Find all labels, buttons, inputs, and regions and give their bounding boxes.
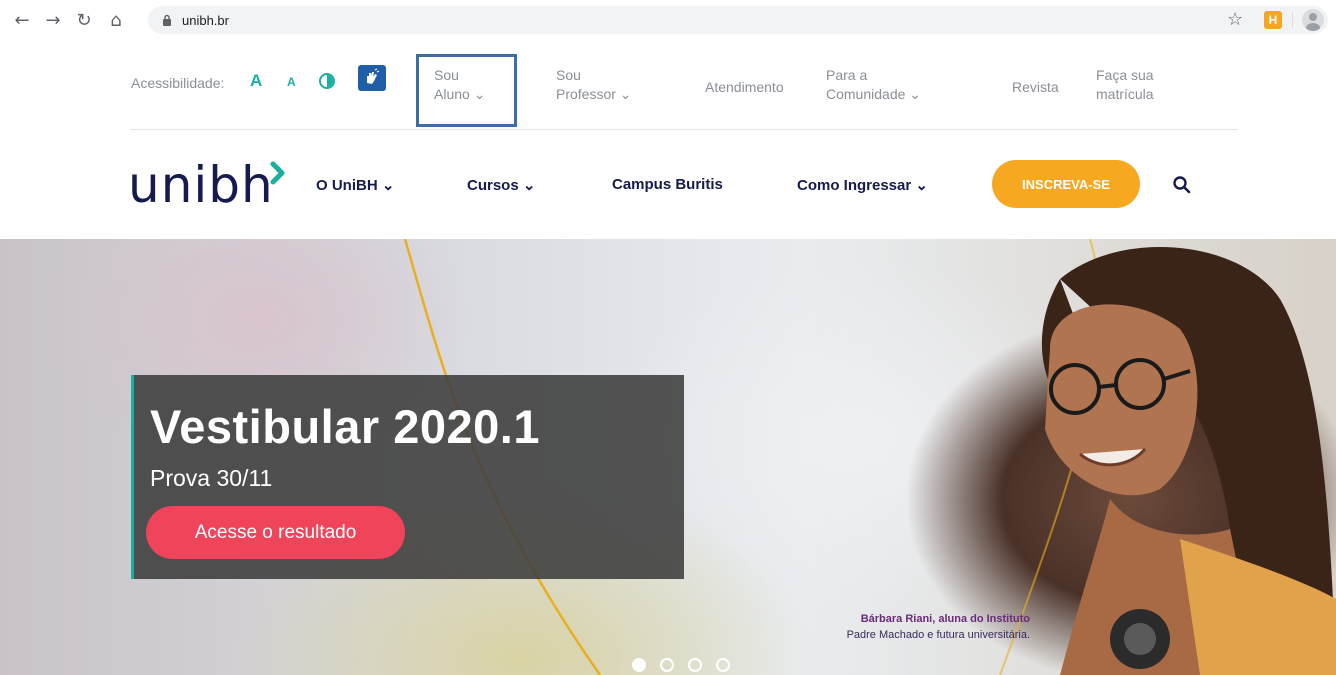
unibh-logo[interactable]: unibh <box>128 160 274 210</box>
browser-toolbar: ← → ↻ ⌂ unibh.br ☆ H <box>0 0 1336 40</box>
nav-campus-buritis[interactable]: Campus Buritis <box>612 176 723 193</box>
hero-banner: Vestibular 2020.1 Prova 30/11 Acesse o r… <box>0 239 1336 675</box>
forward-icon[interactable]: → <box>41 8 65 32</box>
logo-chevron-icon <box>268 160 288 193</box>
reload-icon[interactable]: ↻ <box>72 8 96 32</box>
carousel-dots <box>632 658 730 672</box>
sign-language-icon[interactable] <box>358 65 386 91</box>
font-decrease-button[interactable]: A <box>287 75 296 89</box>
carousel-dot-2[interactable] <box>660 658 674 672</box>
photo-caption: Bárbara Riani, aluna do Instituto Padre … <box>846 613 1030 641</box>
profile-icon[interactable] <box>1302 9 1324 31</box>
highlight-box <box>416 54 517 127</box>
nav-faca-sua-matricula[interactable]: Faça sua matrícula <box>1096 66 1154 104</box>
contrast-icon[interactable] <box>319 73 335 89</box>
back-icon[interactable]: ← <box>10 8 34 32</box>
student-photo <box>1041 247 1336 675</box>
url-text: unibh.br <box>182 12 229 28</box>
nav-sou-professor[interactable]: Sou Professor ⌄ <box>556 66 632 104</box>
nav-para-a-comunidade[interactable]: Para a Comunidade ⌄ <box>826 66 921 104</box>
carousel-dot-4[interactable] <box>716 658 730 672</box>
hero-caption-box: Vestibular 2020.1 Prova 30/11 Acesse o r… <box>131 375 684 579</box>
address-bar[interactable]: unibh.br <box>148 6 1328 34</box>
nav-atendimento[interactable]: Atendimento <box>705 78 784 97</box>
nav-revista[interactable]: Revista <box>1012 78 1059 97</box>
toolbar-separator <box>1292 12 1293 28</box>
hero-subtitle: Prova 30/11 <box>150 465 273 491</box>
hero-title: Vestibular 2020.1 <box>150 400 540 453</box>
header-divider <box>130 129 1238 130</box>
home-icon[interactable]: ⌂ <box>104 8 128 32</box>
carousel-dot-1[interactable] <box>632 658 646 672</box>
font-increase-button[interactable]: A <box>250 71 262 91</box>
search-icon[interactable] <box>1172 175 1192 195</box>
accessibility-label: Acessibilidade: <box>131 75 225 91</box>
acesse-resultado-button[interactable]: Acesse o resultado <box>146 506 405 559</box>
nav-cursos[interactable]: Cursos ⌄ <box>467 176 535 194</box>
extension-icon[interactable]: H <box>1264 11 1282 29</box>
star-icon[interactable]: ☆ <box>1227 9 1243 30</box>
nav-o-unibh[interactable]: O UniBH ⌄ <box>316 176 394 194</box>
carousel-dot-3[interactable] <box>688 658 702 672</box>
lock-icon <box>160 13 174 27</box>
nav-como-ingressar[interactable]: Como Ingressar ⌄ <box>797 176 928 194</box>
inscreva-se-button[interactable]: INSCREVA-SE <box>992 160 1140 208</box>
